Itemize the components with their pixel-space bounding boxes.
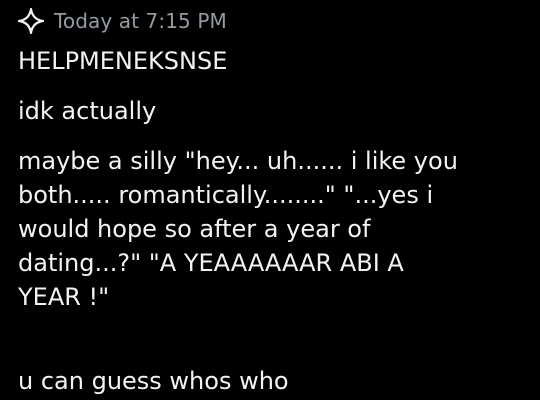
message-paragraph-line: both..... romantically........" "...yes … [18,181,434,209]
message-paragraph-line: YEAR !" [18,283,110,311]
message-paragraph-line: would hope so after a year of [18,215,371,243]
message-header: Today at 7:15 PM [18,6,227,36]
message-line: HELPMENEKSNSE [18,47,228,75]
message-line: idk actually [18,97,157,125]
message-line: u can guess whos who [18,367,289,395]
chat-view: Today at 7:15 PM HELPMENEKSNSE idk actua… [0,0,540,400]
message-paragraph-line: maybe a silly "hey... uh...... i like yo… [18,147,458,175]
message-timestamp[interactable]: Today at 7:15 PM [54,9,227,33]
sparkle-icon [18,8,44,34]
message-paragraph: maybe a silly "hey... uh...... i like yo… [18,144,518,314]
message-paragraph-line: dating...?" "A YEAAAAAAR ABI A [18,249,404,277]
